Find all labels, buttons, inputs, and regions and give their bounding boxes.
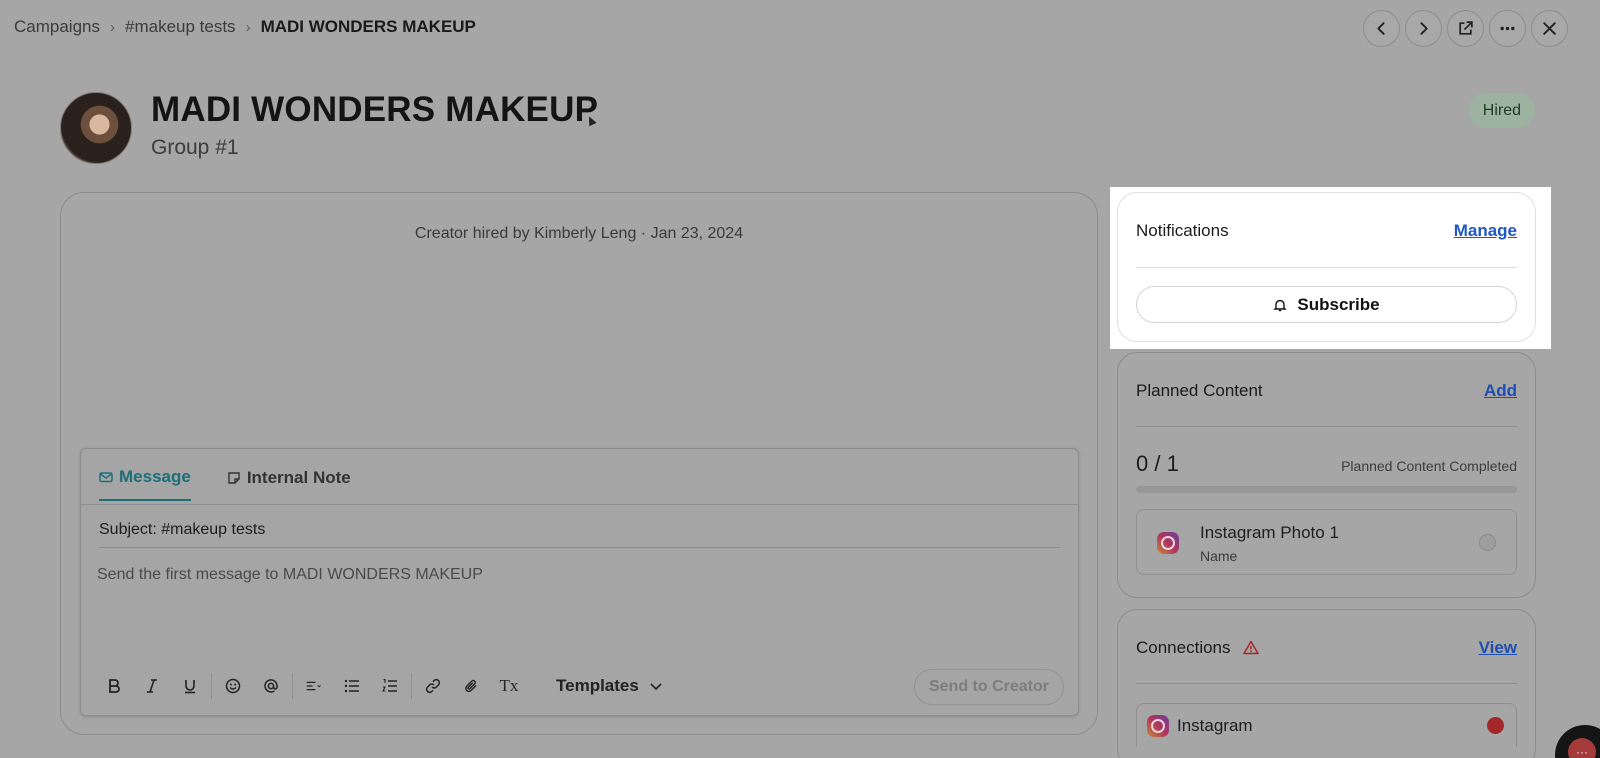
clear-format-button[interactable]: ··· Tx [490, 671, 528, 701]
instagram-icon [1157, 532, 1179, 554]
divider [1136, 426, 1517, 427]
warning-icon [1243, 640, 1259, 655]
view-connections-link[interactable]: View [1479, 638, 1517, 658]
clear-format-label: Tx [499, 676, 519, 695]
underline-button[interactable] [171, 671, 209, 701]
breadcrumb-current: MADI WONDERS MAKEUP [260, 17, 476, 36]
completion-checkbox[interactable] [1479, 534, 1496, 551]
chevron-down-icon [650, 683, 662, 691]
notifications-card: Notifications Manage Subscribe [1117, 192, 1536, 342]
toolbar-separator [411, 673, 412, 699]
divider [1136, 683, 1517, 684]
mention-button[interactable] [252, 671, 290, 701]
progress-summary: 0 / 1 Planned Content Completed [1136, 451, 1517, 477]
next-button[interactable] [1405, 10, 1442, 47]
hired-activity-note: Creator hired by Kimberly Leng · Jan 23,… [414, 225, 744, 242]
more-options-button[interactable] [1489, 10, 1526, 47]
status-badge: Hired [1468, 93, 1535, 128]
align-left-icon [306, 681, 321, 691]
formatting-toolbar: ··· Tx Templates [95, 669, 677, 703]
bullet-list-button[interactable] [333, 671, 371, 701]
add-planned-content-link[interactable]: Add [1484, 381, 1517, 401]
numbered-list-icon [382, 678, 397, 692]
paperclip-icon [465, 679, 477, 693]
top-actions [1363, 10, 1568, 47]
previous-button[interactable] [1363, 10, 1400, 47]
manage-notifications-link[interactable]: Manage [1454, 221, 1517, 241]
numbered-list-button[interactable] [371, 671, 409, 701]
close-icon [1543, 22, 1556, 35]
connection-item-instagram[interactable]: Instagram [1136, 703, 1517, 747]
instagram-icon [1147, 715, 1169, 737]
chat-icon: ··· [1568, 738, 1596, 758]
breadcrumb-separator: › [245, 18, 251, 36]
italic-button[interactable] [133, 671, 171, 701]
composer-tabs: Message Internal Note [99, 467, 351, 501]
message-composer: Message Internal Note Subject: #makeup t… [80, 448, 1079, 716]
tab-message-label: Message [119, 467, 191, 486]
connections-header: Connections View [1136, 638, 1517, 658]
tab-internal-note[interactable]: Internal Note [227, 467, 351, 501]
toolbar-separator [292, 673, 293, 699]
avatar [60, 92, 132, 164]
conversation-panel: Creator hired by Kimberly Leng · Jan 23,… [60, 192, 1098, 735]
more-icon [1500, 26, 1515, 31]
connections-title: Connections [1136, 638, 1231, 657]
progress-bar [1136, 486, 1517, 493]
subscribe-label: Subscribe [1297, 294, 1380, 314]
align-dropdown[interactable] [295, 671, 333, 701]
external-link-icon [1459, 21, 1473, 35]
progress-label: Planned Content Completed [1341, 458, 1517, 474]
divider [99, 547, 1060, 548]
send-to-creator-button[interactable]: Send to Creator [913, 669, 1064, 705]
link-icon [425, 678, 441, 694]
progress-count: 0 / 1 [1136, 451, 1179, 476]
note-icon [228, 472, 240, 484]
subscribe-button[interactable]: Subscribe [1136, 286, 1517, 323]
chevron-left-icon [1377, 22, 1385, 35]
attach-button[interactable] [452, 671, 490, 701]
bullet-list-icon [344, 679, 359, 693]
close-button[interactable] [1531, 10, 1568, 47]
group-subtitle: Group #1 [151, 136, 239, 159]
bold-icon [109, 679, 120, 693]
emoji-button[interactable] [214, 671, 252, 701]
tab-internal-note-label: Internal Note [246, 468, 351, 487]
link-button[interactable] [414, 671, 452, 701]
chevron-right-icon [1420, 22, 1428, 35]
italic-icon [147, 679, 157, 693]
underline-icon [185, 680, 195, 694]
mail-icon [99, 472, 113, 483]
emoji-icon [225, 678, 241, 694]
templates-label: Templates [556, 676, 639, 695]
breadcrumb-campaigns[interactable]: Campaigns [14, 17, 100, 37]
breadcrumb-campaign-makeup-tests[interactable]: #makeup tests [125, 17, 236, 37]
breadcrumb: Campaigns › #makeup tests › MADI WONDERS… [14, 17, 476, 37]
bell-icon [1273, 299, 1288, 311]
notifications-title: Notifications [1136, 221, 1229, 240]
planned-content-card: Planned Content Add 0 / 1 Planned Conten… [1117, 352, 1536, 598]
tab-message[interactable]: Message [99, 467, 191, 501]
page-title: MADI WONDERS MAKEUP [151, 90, 599, 129]
connection-label: Instagram [1177, 716, 1253, 735]
notifications-header: Notifications Manage [1136, 221, 1517, 241]
connections-card: Connections View Instagram [1117, 609, 1536, 758]
content-item-title: Instagram Photo 1 [1200, 523, 1339, 542]
bold-button[interactable] [95, 671, 133, 701]
toolbar-separator [211, 673, 212, 699]
connection-status-dot [1487, 717, 1504, 734]
open-external-button[interactable] [1447, 10, 1484, 47]
planned-content-title: Planned Content [1136, 381, 1263, 400]
planned-content-header: Planned Content Add [1136, 381, 1517, 401]
divider [81, 504, 1078, 505]
templates-dropdown[interactable]: Templates [542, 669, 677, 703]
subject-field[interactable]: Subject: #makeup tests [99, 521, 265, 539]
at-sign-icon [264, 679, 278, 693]
breadcrumb-separator: › [110, 18, 115, 36]
content-item-subtitle: Name [1200, 548, 1238, 564]
list-item[interactable]: Instagram Photo 1 Name [1136, 509, 1517, 575]
message-input[interactable]: Send the first message to MADI WONDERS M… [97, 566, 483, 584]
divider [1136, 267, 1517, 268]
